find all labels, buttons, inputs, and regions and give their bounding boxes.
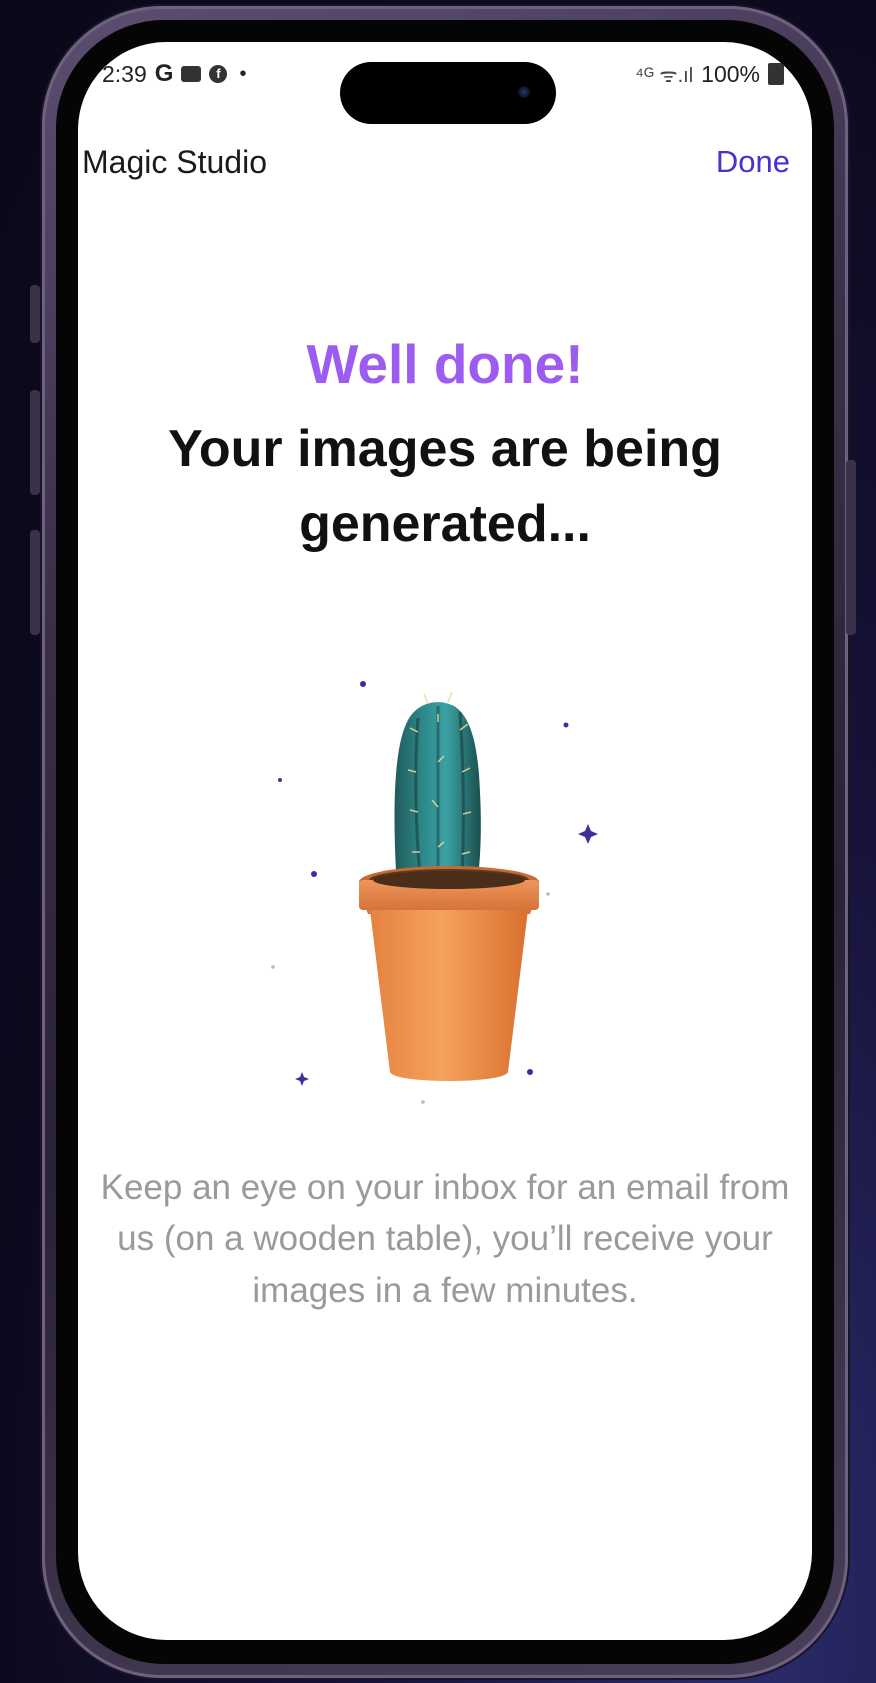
dynamic-island	[340, 62, 556, 124]
sparkle-star-icon	[271, 965, 275, 969]
battery-icon	[768, 63, 784, 85]
sparkle-star-icon	[563, 722, 569, 728]
camera-icon	[518, 86, 530, 98]
side-button-volume-up	[30, 390, 40, 495]
sparkle-star-icon	[311, 871, 317, 877]
status-left: 2:39 G f •	[102, 60, 246, 88]
done-button[interactable]: Done	[716, 144, 790, 180]
facebook-icon: f	[209, 65, 228, 83]
sparkle-star-icon	[546, 892, 550, 896]
generating-subheadline: Your images are being generated...	[168, 420, 722, 554]
cactus-pot-illustration	[271, 681, 598, 1104]
side-button-mute	[30, 285, 40, 343]
side-button-power	[846, 460, 856, 635]
youtube-icon	[181, 66, 202, 82]
signal-icon: ⁴ᴳ ᯤ.ıl	[635, 64, 694, 87]
sparkle-star-icon	[578, 824, 598, 844]
well-done-headline: Well done!	[306, 333, 584, 395]
sparkle-star-icon	[421, 1100, 425, 1104]
pot-icon	[359, 866, 539, 1081]
side-button-volume-down	[30, 530, 40, 635]
sparkle-star-icon	[295, 1072, 309, 1086]
sparkle-star-icon	[527, 1069, 533, 1075]
inbox-message: Keep an eye on your inbox for an email f…	[100, 1168, 790, 1310]
status-right: ⁴ᴳ ᯤ.ıl 100%	[635, 61, 784, 88]
app-header: Magic Studio Done	[82, 132, 790, 192]
status-time: 2:39	[102, 60, 147, 87]
sparkle-star-icon	[360, 681, 366, 687]
battery-percent: 100%	[701, 60, 760, 87]
google-icon: G	[154, 60, 174, 87]
sparkle-star-icon	[278, 778, 282, 782]
phone-screen: 2:39 G f • ⁴ᴳ ᯤ.ıl 100% Magic Studio Don…	[78, 42, 812, 1640]
status-dot: •	[239, 62, 247, 85]
cactus-icon	[394, 691, 481, 879]
app-title: Magic Studio	[82, 143, 267, 180]
